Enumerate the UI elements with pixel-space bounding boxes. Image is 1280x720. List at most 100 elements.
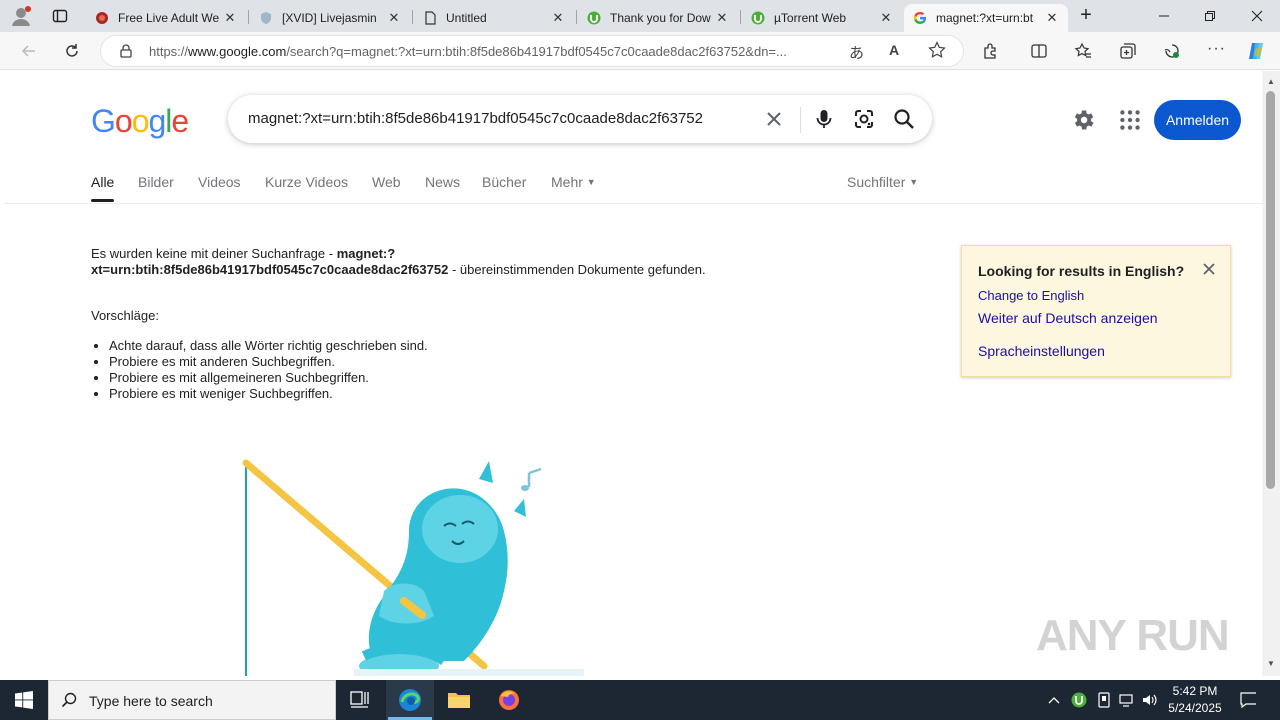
tab-livejasmin[interactable]: [XVID] Livejasmin ✕: [250, 4, 410, 32]
collections-icon[interactable]: [1119, 42, 1137, 63]
tab-untitled[interactable]: Untitled ✕: [414, 4, 574, 32]
system-clock[interactable]: 5:42 PM 5/24/2025: [1160, 683, 1230, 717]
tab-bar: Free Live Adult We ✕ [XVID] Livejasmin ✕…: [0, 0, 1280, 32]
active-tab-indicator: [91, 199, 114, 202]
show-hidden-icons[interactable]: [1046, 692, 1062, 708]
tab-title: Thank you for Dow: [610, 11, 711, 25]
tab-free-live[interactable]: Free Live Adult We ✕: [86, 4, 246, 32]
tab-news[interactable]: News: [425, 174, 460, 190]
change-to-english-link[interactable]: Change to English: [978, 288, 1084, 303]
no-results-message: Es wurden keine mit deiner Suchanfrage -…: [91, 246, 706, 277]
close-icon[interactable]: ✕: [386, 10, 402, 26]
close-window-button[interactable]: [1234, 0, 1280, 32]
search-box[interactable]: magnet:?xt=urn:btih:8f5de86b41917bdf0545…: [228, 95, 932, 143]
language-prompt: Looking for results in English? Change t…: [961, 245, 1231, 377]
list-item: Probiere es mit allgemeineren Suchbegrif…: [109, 370, 428, 386]
search-filter-button[interactable]: Suchfilter ▼: [847, 174, 918, 190]
tab-utorrent-web[interactable]: µTorrent Web ✕: [742, 4, 902, 32]
tab-web[interactable]: Web: [372, 174, 401, 190]
tab-all[interactable]: Alle: [91, 174, 114, 190]
scroll-up-arrow-icon[interactable]: ▲: [1267, 77, 1275, 86]
list-item: Probiere es mit anderen Suchbegriffen.: [109, 354, 428, 370]
copilot-icon[interactable]: [1246, 40, 1268, 65]
file-explorer-icon[interactable]: [435, 680, 483, 720]
taskbar-search-box[interactable]: Type here to search: [48, 680, 336, 720]
firefox-icon[interactable]: [485, 680, 533, 720]
new-tab-button[interactable]: +: [1076, 5, 1096, 26]
more-menu-icon[interactable]: ···: [1207, 40, 1226, 58]
red-circle-icon: [94, 10, 110, 26]
taskbar-search-placeholder: Type here to search: [89, 693, 213, 709]
favorites-icon[interactable]: [1074, 42, 1092, 63]
tab-title: Untitled: [446, 11, 487, 25]
translate-icon[interactable]: あ: [849, 42, 864, 63]
tab-magnet-search[interactable]: magnet:?xt=urn:bt ✕: [904, 4, 1068, 32]
utorrent-icon: [750, 10, 766, 26]
close-icon[interactable]: ✕: [714, 10, 730, 26]
google-apps-icon[interactable]: [1117, 107, 1143, 133]
close-icon[interactable]: ✕: [222, 10, 238, 26]
tab-actions-icon[interactable]: [52, 8, 68, 24]
list-item: Probiere es mit weniger Suchbegriffen.: [109, 386, 428, 402]
dropdown-arrow-icon: ▼: [586, 177, 596, 187]
close-icon[interactable]: [1200, 260, 1218, 278]
task-view-icon[interactable]: [336, 680, 384, 720]
google-logo[interactable]: Google: [91, 103, 189, 140]
device-icon[interactable]: [1096, 692, 1112, 708]
notifications-icon[interactable]: [1240, 692, 1256, 708]
address-bar[interactable]: https://www.google.com/search?q=magnet:?…: [100, 35, 964, 67]
restore-button[interactable]: [1187, 0, 1233, 32]
suggestions-list: Achte darauf, dass alle Wörter richtig g…: [109, 338, 428, 402]
tab-videos[interactable]: Videos: [198, 174, 241, 190]
search-icon[interactable]: [892, 107, 916, 131]
tab-short-videos[interactable]: Kurze Videos: [265, 174, 348, 190]
network-icon[interactable]: [1119, 692, 1135, 708]
tab-books[interactable]: Bücher: [482, 174, 526, 190]
dropdown-arrow-icon: ▼: [909, 177, 919, 187]
close-icon[interactable]: ✕: [878, 10, 894, 26]
close-icon[interactable]: ✕: [1044, 10, 1060, 26]
microphone-icon[interactable]: [812, 107, 836, 131]
clock-date: 5/24/2025: [1168, 701, 1222, 715]
tab-title: Free Live Adult We: [118, 11, 220, 25]
taskbar: Type here to search 5:42 PM 5/24/2025: [0, 680, 1280, 720]
favorite-star-icon[interactable]: [928, 41, 946, 62]
clear-icon[interactable]: [762, 107, 786, 131]
sign-in-button[interactable]: Anmelden: [1154, 100, 1241, 140]
scrollbar-thumb[interactable]: [1266, 91, 1275, 489]
edge-taskbar-icon[interactable]: [386, 680, 434, 720]
tab-title: µTorrent Web: [774, 11, 847, 25]
tab-thank-you[interactable]: Thank you for Dow ✕: [578, 4, 738, 32]
utorrent-tray-icon[interactable]: [1071, 692, 1087, 708]
read-aloud-icon[interactable]: A: [889, 42, 899, 58]
scroll-down-arrow-icon[interactable]: ▼: [1267, 659, 1275, 668]
extensions-icon[interactable]: [982, 42, 1000, 63]
page-icon: [422, 10, 438, 26]
stay-german-link[interactable]: Weiter auf Deutsch anzeigen: [978, 310, 1158, 326]
settings-gear-icon[interactable]: [1070, 107, 1096, 133]
clock-time: 5:42 PM: [1172, 684, 1218, 698]
language-settings-link[interactable]: Spracheinstellungen: [978, 343, 1105, 359]
profile-avatar[interactable]: [10, 5, 32, 27]
tab-images[interactable]: Bilder: [138, 174, 174, 190]
back-button[interactable]: [14, 36, 44, 66]
windows-start-button[interactable]: [0, 680, 48, 720]
minimize-button[interactable]: [1141, 0, 1187, 32]
lens-camera-icon[interactable]: [852, 107, 876, 131]
browser-essentials-icon[interactable]: [1163, 42, 1181, 63]
tab-more[interactable]: Mehr ▼: [551, 174, 596, 190]
divider: [4, 203, 1262, 204]
scrollbar[interactable]: ▲ ▼: [1262, 71, 1280, 676]
fishing-monster-illustration: [242, 459, 584, 676]
tab-title: [XVID] Livejasmin: [282, 11, 377, 25]
url-text[interactable]: https://www.google.com/search?q=magnet:?…: [149, 44, 839, 59]
lock-icon[interactable]: [119, 44, 133, 61]
close-icon[interactable]: ✕: [550, 10, 566, 26]
refresh-button[interactable]: [57, 36, 87, 66]
utorrent-icon: [586, 10, 602, 26]
search-icon: [61, 692, 77, 711]
split-screen-icon[interactable]: [1030, 42, 1048, 63]
search-input[interactable]: magnet:?xt=urn:btih:8f5de86b41917bdf0545…: [248, 110, 703, 127]
language-prompt-title: Looking for results in English?: [978, 263, 1185, 279]
volume-icon[interactable]: [1142, 692, 1158, 708]
